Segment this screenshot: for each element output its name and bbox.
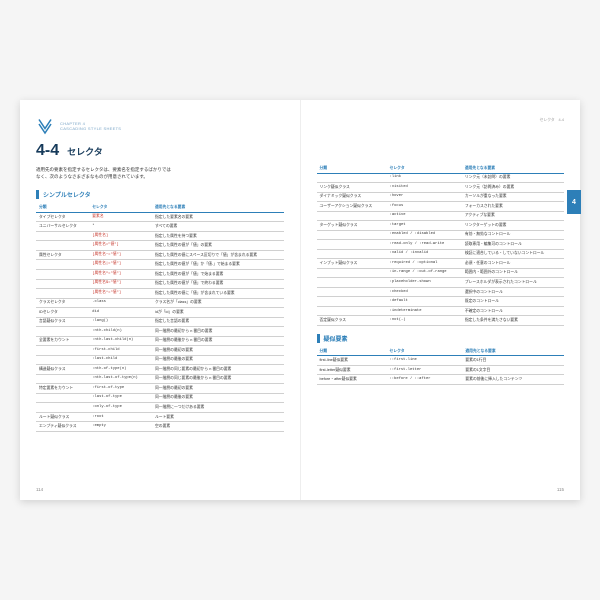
table-row: [属性名^="値"]指定した属性の値が「値」で始まる要素 <box>36 269 284 279</box>
table-row: :checked選択中のコントロール <box>317 287 565 297</box>
section-bar-icon <box>317 334 320 343</box>
intro-paragraph: 適用先の要素を指定するセレクタは、要素名を指定するばかりではなく、次のようなさま… <box>36 166 172 180</box>
table-row: クラスセレクタ.classクラス名が「class」の要素 <box>36 298 284 308</box>
table-row: :read-only / :read-write読取専用・編集可のコントロール <box>317 240 565 250</box>
chapter-chevron-icon <box>36 118 54 136</box>
page-left: CHAPTER 4 CASCADING STYLE SHEETS 4-4 セレク… <box>20 100 301 500</box>
table-row: :valid / :invalid検証に適合している・していないコントロール <box>317 249 565 259</box>
table-row: :nth-child(n)同一階層の最初から n 番目の要素 <box>36 327 284 337</box>
table-row: :nth-last-of-type(n)同一階層の同じ要素の最後から n 番目の… <box>36 374 284 384</box>
table-row: :enabled / :disabled有効・無効なコントロール <box>317 230 565 240</box>
subsection-pseudo: 疑似要素 <box>317 334 565 343</box>
table-row: インプット疑似クラス:required / :optional必須・任意のコント… <box>317 259 565 269</box>
simple-selector-table-cont: 分類 セレクタ 適用先となる要素 :linkリンク元（未訪問）の要素リンク疑似ク… <box>317 164 565 326</box>
table-row: ルート疑似クラス:rootルート要素 <box>36 412 284 422</box>
table-row: ユニバーサルセレクタ*すべての要素 <box>36 222 284 232</box>
table-row: :default既定のコントロール <box>317 297 565 307</box>
table-row: :activeアクティブな要素 <box>317 211 565 221</box>
table-row: [属性名$="値"]指定した属性の値が「値」で終わる要素 <box>36 279 284 289</box>
chapter-label: CHAPTER 4 CASCADING STYLE SHEETS <box>60 122 121 132</box>
table-row: タイプセレクタ要素名指定した要素名の要素 <box>36 212 284 222</box>
table-row: before・after疑似要素::before / ::after要素の前後に… <box>317 375 565 385</box>
table-row: ユーザーアクション疑似クラス:focusフォーカスされた要素 <box>317 202 565 212</box>
table-row: エンプティ疑似クラス:empty空の要素 <box>36 422 284 432</box>
table-row: [属性名="値"]指定した属性の値が「値」の要素 <box>36 241 284 251</box>
table-row: :indeterminate不確定のコントロール <box>317 306 565 316</box>
table-row: :first-child同一階層の最初の要素 <box>36 346 284 356</box>
section-number: 4-4 <box>36 142 59 160</box>
table-row: 全要素をカウント:nth-last-child(n)同一階層の最後から n 番目… <box>36 336 284 346</box>
table-row: first-letter疑似要素::first-letter要素の1文字目 <box>317 365 565 375</box>
table-row: [属性名*="値"]指定した属性の値に「値」が含まれている要素 <box>36 289 284 299</box>
section-title-row: 4-4 セレクタ <box>36 142 284 160</box>
table-row: 言語疑似クラス:lang()指定した言語の要素 <box>36 317 284 327</box>
table-row: :in-range / :out-of-range範囲内・範囲外のコントロール <box>317 268 565 278</box>
breadcrumb: セレクタ 4-4 <box>540 118 564 123</box>
book-spread: CHAPTER 4 CASCADING STYLE SHEETS 4-4 セレク… <box>20 100 580 500</box>
page-number-right: 115 <box>557 487 564 492</box>
table-row: 構造疑似クラス:nth-of-type(n)同一階層の同じ要素の最初から n 番… <box>36 365 284 375</box>
table-row: :only-of-type同一階層に一つだけある要素 <box>36 403 284 413</box>
table-row: 否定疑似クラス:not(…)指定した条件を満たさない要素 <box>317 316 565 326</box>
pseudo-element-table: 分類 セレクタ 適用先となる要素 first-line疑似要素::first-l… <box>317 347 565 385</box>
table-row: IDセレクタ#ididが「id」の要素 <box>36 308 284 318</box>
table-row: [属性名]指定した属性を持つ要素 <box>36 231 284 241</box>
table-row: :last-child同一階層の最後の要素 <box>36 355 284 365</box>
subsection-simple: シンプルセレクタ <box>36 190 284 199</box>
chapter-header: CHAPTER 4 CASCADING STYLE SHEETS <box>36 118 284 136</box>
page-number-left: 114 <box>36 487 43 492</box>
table-row: 特定要素をカウント:first-of-type同一階層の最初の要素 <box>36 384 284 394</box>
table-row: :placeholder-shownプレースホルダが表示されたコントロール <box>317 278 565 288</box>
section-title: セレクタ <box>67 145 103 158</box>
table-row: 属性セレクタ[属性名~="値"]指定した属性の値にスペース区切りで「値」が含まれ… <box>36 250 284 260</box>
table-row: ダイナミック疑似クラス:hoverカーソルが重なった要素 <box>317 192 565 202</box>
table-row: [属性名|="値"]指定した属性の値が「値」か「値-」で始まる要素 <box>36 260 284 270</box>
table-row: ターゲット疑似クラス:targetリンクターゲットの要素 <box>317 221 565 231</box>
simple-selector-table: 分類 セレクタ 適用先となる要素 タイプセレクタ要素名指定した要素名の要素ユニバ… <box>36 203 284 431</box>
table-row: first-line疑似要素::first-line要素の1行目 <box>317 356 565 366</box>
table-row: リンク疑似クラス:visitedリンク元（訪問済み）の要素 <box>317 183 565 193</box>
table-row: :linkリンク元（未訪問）の要素 <box>317 173 565 183</box>
table-row: :last-of-type同一階層の最後の要素 <box>36 393 284 403</box>
section-bar-icon <box>36 190 39 199</box>
page-right: セレクタ 4-4 4 分類 セレクタ 適用先となる要素 :linkリンク元（未訪… <box>301 100 581 500</box>
chapter-tab: 4 <box>567 190 581 214</box>
